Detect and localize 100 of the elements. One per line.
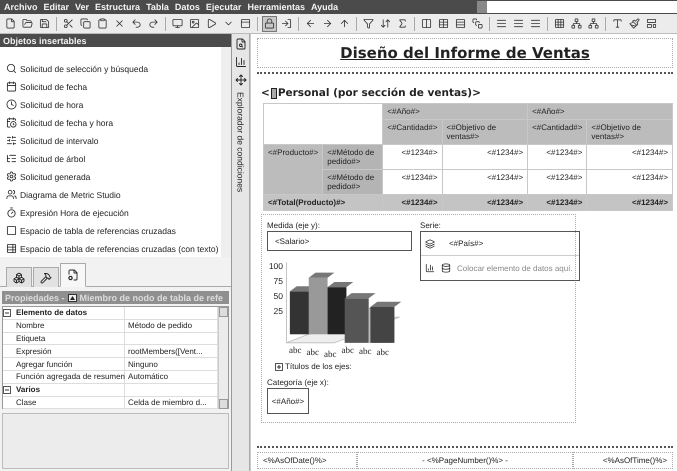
table-cell: <#Total(Producto)#>	[264, 194, 383, 210]
menu-item[interactable]: Archivo	[4, 2, 38, 12]
property-name: Agregar función	[13, 358, 125, 370]
list-item[interactable]: Espacio de tabla de referencias cruzadas	[6, 223, 221, 238]
layout-icon	[646, 18, 657, 29]
axis-titles-label: Títulos de los ejes:	[285, 362, 352, 371]
collapse-toggle[interactable]	[3, 308, 11, 317]
table-cell: <#1234#>	[442, 170, 528, 194]
rows-icon	[455, 18, 466, 29]
table-cell: <#1234#>	[382, 144, 442, 170]
list-item[interactable]: Expresión Hora de ejecución	[6, 205, 221, 220]
axis-tick-label: 25	[274, 306, 283, 316]
measure-drop-zone[interactable]: <Salario>	[267, 231, 412, 251]
brush-icon	[629, 18, 640, 29]
filter-icon	[363, 18, 374, 29]
list-item[interactable]: Solicitud de fecha	[6, 79, 221, 94]
table-cell: <#Método de pedido#>	[322, 144, 383, 170]
input-field[interactable]	[477, 1, 677, 13]
list-bracket: <	[261, 87, 270, 99]
save-icon	[39, 18, 50, 29]
cut-icon	[63, 18, 74, 29]
arrow-up-icon	[339, 18, 350, 29]
sum-icon	[397, 18, 408, 29]
hierarchy-icon	[588, 18, 599, 29]
table-cell: <#Año#>	[382, 104, 528, 120]
menu-item[interactable]: Ejecutar	[206, 2, 242, 12]
panel-icon	[240, 18, 251, 29]
properties-label: Propiedades -	[5, 292, 65, 302]
report-title: Diseño del Informe de Ventas	[340, 44, 590, 62]
list-item[interactable]: Diagrama de Metric Studio	[6, 187, 221, 202]
panel-tab[interactable]	[60, 263, 86, 287]
hammer-icon	[40, 272, 52, 284]
stack-button[interactable]	[470, 16, 485, 32]
panel-tab[interactable]	[33, 267, 59, 287]
series-drop-zone[interactable]: <#País#> Colocar elemento de datos aquí.	[420, 231, 580, 281]
grid-icon	[554, 18, 565, 29]
list-item[interactable]: Solicitud de árbol	[6, 151, 221, 166]
table-cell: <#1234#>	[528, 144, 587, 170]
category-label: abc	[324, 349, 336, 359]
table-cell: <#Cantidad#>	[382, 120, 442, 144]
copy-icon	[80, 18, 91, 29]
calendar-icon	[6, 81, 17, 92]
menu-item[interactable]: Tabla	[146, 2, 169, 12]
tree-icon	[6, 153, 17, 164]
enter-icon	[281, 18, 292, 29]
list-item[interactable]: Solicitud de intervalo	[6, 133, 221, 148]
table-cell: <#Objetivo de ventas#>	[442, 120, 528, 144]
image-icon	[189, 18, 200, 29]
list-item[interactable]: Solicitud generada	[6, 169, 221, 184]
table-icon	[438, 18, 449, 29]
table-cell: <#1234#>	[528, 170, 587, 194]
panel-title: Objetos insertables	[0, 34, 231, 47]
menu-item[interactable]: Ayuda	[310, 2, 338, 12]
stack-icon	[472, 18, 483, 29]
list-item[interactable]: Solicitud de selección y búsqueda	[6, 61, 221, 76]
expand-toggle[interactable]	[275, 362, 283, 370]
table-cell: <#1234#>	[586, 194, 672, 210]
search-icon	[6, 63, 17, 74]
menu-item[interactable]: Herramientas	[247, 2, 305, 12]
table-cell: <#1234#>	[382, 170, 442, 194]
menu-item[interactable]: Estructura	[95, 2, 140, 12]
bars-icon	[425, 263, 435, 273]
menu-item[interactable]: Ver	[75, 2, 90, 12]
scrollbar[interactable]	[218, 307, 228, 410]
table-cell: <#1234#>	[442, 194, 528, 210]
document-gear-icon	[67, 269, 79, 281]
copy-button[interactable]	[78, 16, 93, 32]
property-name: Etiqueta	[13, 332, 125, 344]
document-icon	[234, 38, 246, 50]
run-icon	[206, 18, 217, 29]
lines-icon	[530, 18, 541, 29]
menu-item[interactable]: Datos	[174, 2, 200, 12]
collapse-toggle[interactable]	[3, 386, 11, 394]
condition-explorer-tab[interactable]: Explorador de condiciones	[236, 92, 246, 192]
chart-icon	[234, 56, 246, 68]
hierarchy-button[interactable]	[586, 16, 601, 32]
table-cell: <#Cantidad#>	[528, 120, 587, 144]
list-item[interactable]: Espacio de tabla de referencias cruzadas (con texto)	[6, 241, 221, 256]
lock-button[interactable]	[262, 16, 277, 32]
series-label: Serie:	[420, 221, 441, 230]
category-label: abc	[359, 346, 372, 358]
data-icon	[441, 263, 451, 273]
properties-title: Miembro de nodo de tabla de refe	[80, 292, 224, 302]
category-drop-zone[interactable]: <#Año#>	[267, 388, 309, 414]
window-icon	[172, 18, 183, 29]
list-item[interactable]: Solicitud de fecha y hora	[6, 115, 221, 130]
menu-item[interactable]: Editar	[44, 2, 70, 12]
calendar-clock-icon	[6, 117, 17, 128]
drop-hint: Colocar elemento de datos aquí.	[457, 264, 573, 272]
category-label: abc	[342, 345, 354, 357]
table-cell: <#1234#>	[442, 144, 528, 170]
list-item[interactable]: Solicitud de hora	[6, 97, 221, 112]
brush-button[interactable]	[627, 16, 642, 32]
undo-icon	[131, 18, 142, 29]
lines-icon	[513, 18, 524, 29]
category-label: abc	[306, 347, 319, 359]
hierarchy-button[interactable]	[569, 16, 584, 32]
table-cell: <#1234#>	[382, 194, 442, 210]
panel-tab[interactable]	[6, 267, 32, 287]
people-icon	[6, 189, 17, 200]
